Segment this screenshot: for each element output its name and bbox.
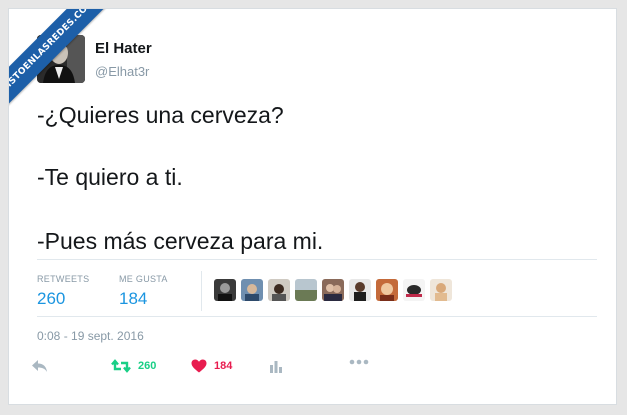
watermark-text: VISTOENLASREDES.COM xyxy=(9,9,97,95)
like-button[interactable]: 184 xyxy=(191,359,232,373)
liker-avatar[interactable] xyxy=(376,279,398,301)
retweets-count: 260 xyxy=(37,289,66,308)
analytics-icon xyxy=(270,361,282,373)
likes-stat[interactable]: ME GUSTA 184 xyxy=(119,274,168,309)
like-count: 184 xyxy=(214,360,233,372)
reply-button[interactable] xyxy=(31,359,49,373)
stats-separator xyxy=(201,271,202,311)
likers-avatars xyxy=(214,279,452,301)
tweet-line: -Pues más cerveza para mi. xyxy=(37,228,324,254)
divider xyxy=(37,259,597,260)
more-icon xyxy=(349,359,369,365)
watermark: VISTOENLASREDES.COM xyxy=(9,9,119,119)
more-button[interactable] xyxy=(349,359,369,365)
retweet-button[interactable]: 260 xyxy=(111,359,156,373)
retweet-count: 260 xyxy=(138,360,157,372)
liker-avatar[interactable] xyxy=(322,279,344,301)
liker-avatar[interactable] xyxy=(430,279,452,301)
heart-icon xyxy=(191,359,207,373)
retweets-label: RETWEETS xyxy=(37,274,90,284)
retweet-icon xyxy=(111,359,131,373)
divider xyxy=(37,316,597,317)
retweets-stat[interactable]: RETWEETS 260 xyxy=(37,274,89,309)
reply-icon xyxy=(32,360,47,372)
liker-avatar[interactable] xyxy=(268,279,290,301)
tweet-card: VISTOENLASREDES.COM El Hater @Elhat3r -¿… xyxy=(8,8,617,405)
likes-count: 184 xyxy=(119,289,148,308)
analytics-button[interactable] xyxy=(269,359,283,373)
liker-avatar[interactable] xyxy=(403,279,425,301)
liker-avatar[interactable] xyxy=(295,279,317,301)
liker-avatar[interactable] xyxy=(214,279,236,301)
tweet-timestamp[interactable]: 0:08 - 19 sept. 2016 xyxy=(37,329,144,343)
liker-avatar[interactable] xyxy=(241,279,263,301)
liker-avatar[interactable] xyxy=(349,279,371,301)
likes-label: ME GUSTA xyxy=(119,274,168,284)
tweet-line: -Te quiero a ti. xyxy=(37,164,183,190)
watermark-ribbon: VISTOENLASREDES.COM xyxy=(9,9,111,109)
